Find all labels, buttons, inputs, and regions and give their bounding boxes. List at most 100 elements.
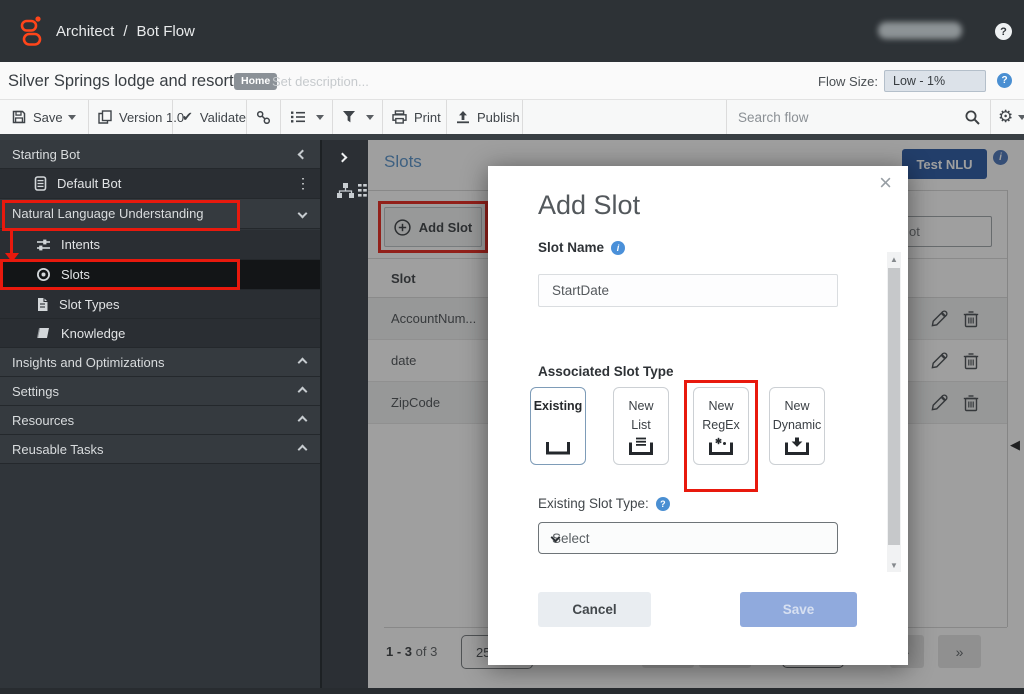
existing-label-text: Existing Slot Type: xyxy=(538,496,649,511)
annotation-box-slots xyxy=(0,259,240,290)
starting-bot-label: Starting Bot xyxy=(12,147,80,162)
floppy-icon xyxy=(12,110,26,124)
sidebar-section-resources[interactable]: Resources xyxy=(0,406,320,435)
chevron-up-icon[interactable] xyxy=(298,386,308,396)
modal-scrollbar[interactable]: ▲ ▼ xyxy=(887,252,901,572)
scroll-down-icon[interactable]: ▼ xyxy=(887,558,901,572)
filter-button[interactable] xyxy=(342,100,356,134)
validate-label: Validate xyxy=(200,110,246,125)
modal-title: Add Slot xyxy=(538,190,640,221)
top-bar: Architect / Bot Flow ? xyxy=(0,0,1024,62)
tree-view-icon[interactable] xyxy=(335,182,356,199)
sidebar-item-default-bot[interactable]: Default Bot ⋮ xyxy=(0,169,320,199)
slot-types-label: Slot Types xyxy=(59,297,119,312)
ordered-list-icon xyxy=(290,110,306,124)
card-label-line1: New xyxy=(614,397,668,416)
link-icon xyxy=(256,110,271,125)
search-icon xyxy=(964,109,981,126)
card-label: Existing xyxy=(531,397,585,416)
help-icon[interactable]: ? xyxy=(995,23,1012,40)
slot-name-label: Slot Name i xyxy=(538,240,625,255)
knowledge-label: Knowledge xyxy=(61,326,125,341)
annotation-box-nlu xyxy=(2,200,240,231)
sidebar-section-insights[interactable]: Insights and Optimizations xyxy=(0,348,320,377)
sidebar-item-slot-types[interactable]: Slot Types xyxy=(0,290,320,319)
chevron-down-icon[interactable] xyxy=(298,209,308,219)
associated-label-text: Associated Slot Type xyxy=(538,364,674,379)
tray-download-icon xyxy=(784,437,810,456)
help-icon[interactable]: ? xyxy=(656,497,670,511)
publish-button[interactable]: Publish xyxy=(456,100,520,134)
tray-icon xyxy=(545,440,571,456)
flow-size-label: Flow Size: xyxy=(818,62,878,100)
slot-type-card-existing[interactable]: Existing xyxy=(530,387,586,465)
flow-size-help-icon[interactable]: ? xyxy=(997,73,1012,88)
breadcrumb-app[interactable]: Architect xyxy=(56,23,114,40)
flow-toolbar: Save Version 1.0 ✔ Validate xyxy=(0,100,1024,140)
existing-slot-type-select[interactable]: Select xyxy=(538,522,838,554)
expand-right-icon[interactable] xyxy=(338,153,348,163)
bot-icon xyxy=(34,176,47,191)
sidebar-item-intents[interactable]: Intents xyxy=(0,230,320,260)
chevron-up-icon[interactable] xyxy=(298,415,308,425)
set-description-placeholder[interactable]: Set description... xyxy=(272,62,369,100)
scroll-up-icon[interactable]: ▲ xyxy=(887,252,901,266)
tray-list-icon xyxy=(628,437,654,456)
cancel-button[interactable]: Cancel xyxy=(538,592,651,627)
slot-type-card-new-list[interactable]: New List xyxy=(613,387,669,465)
card-label-line1: New xyxy=(770,397,824,416)
printer-icon xyxy=(392,110,407,124)
user-name-redacted[interactable] xyxy=(878,22,962,39)
list-menu-caret[interactable] xyxy=(316,100,324,134)
genesys-logo-icon xyxy=(17,14,44,48)
print-label: Print xyxy=(414,110,441,125)
kebab-menu-icon[interactable]: ⋮ xyxy=(296,175,310,192)
version-label: Version 1.0 xyxy=(119,110,184,125)
sidebar-item-knowledge[interactable]: Knowledge xyxy=(0,319,320,348)
validate-button[interactable]: ✔ Validate xyxy=(182,100,246,134)
flow-header-bar: Silver Springs lodge and resort Home Set… xyxy=(0,62,1024,100)
save-button[interactable]: Save xyxy=(740,592,857,627)
sidebar-section-reusable-tasks[interactable]: Reusable Tasks xyxy=(0,435,320,464)
flow-sidebar: Starting Bot Default Bot ⋮ Natural Langu… xyxy=(0,140,320,688)
search-flow-input[interactable]: Search flow xyxy=(738,100,809,134)
breadcrumb-sep: / xyxy=(123,23,127,40)
bottom-edge xyxy=(0,688,1024,694)
scrollbar-thumb[interactable] xyxy=(888,268,900,545)
insights-label: Insights and Optimizations xyxy=(12,355,164,370)
annotation-box-new-regex xyxy=(684,380,758,492)
sidebar-section-starting-bot[interactable]: Starting Bot xyxy=(0,140,320,169)
filter-menu-caret[interactable] xyxy=(366,100,374,134)
intents-label: Intents xyxy=(61,237,100,252)
slot-name-input[interactable] xyxy=(538,274,838,307)
chevron-up-icon[interactable] xyxy=(298,357,308,367)
collapse-left-icon[interactable] xyxy=(298,149,308,159)
breadcrumb: Architect / Bot Flow xyxy=(56,0,195,62)
funnel-icon xyxy=(342,110,356,124)
chevron-up-icon[interactable] xyxy=(298,444,308,454)
save-label: Save xyxy=(33,110,63,125)
check-icon: ✔ xyxy=(182,109,193,125)
save-button[interactable]: Save xyxy=(12,100,63,134)
breadcrumb-page: Bot Flow xyxy=(137,23,195,40)
default-bot-label: Default Bot xyxy=(57,176,121,191)
existing-slot-type-label: Existing Slot Type: ? xyxy=(538,496,670,511)
close-icon[interactable]: × xyxy=(879,170,892,196)
info-icon[interactable]: i xyxy=(611,241,625,255)
link-button[interactable] xyxy=(256,100,271,134)
print-button[interactable]: Print xyxy=(392,100,441,134)
card-label-line2: List xyxy=(614,416,668,435)
architect-bot-flow-app: Architect / Bot Flow ? Silver Springs lo… xyxy=(0,0,1024,694)
save-menu-caret[interactable] xyxy=(68,100,76,134)
resources-label: Resources xyxy=(12,413,74,428)
flow-size-value: Low - 1% xyxy=(884,70,986,92)
publish-label: Publish xyxy=(477,110,520,125)
upload-icon xyxy=(456,110,470,124)
search-flow-button[interactable] xyxy=(964,100,981,134)
home-badge: Home xyxy=(234,73,277,90)
sidebar-section-settings[interactable]: Settings xyxy=(0,377,320,406)
slot-type-card-new-dynamic[interactable]: New Dynamic xyxy=(769,387,825,465)
settings-menu-button[interactable]: ⚙ xyxy=(998,100,1024,134)
sequence-list-button[interactable] xyxy=(290,100,306,134)
grid-view-icon[interactable] xyxy=(358,184,367,197)
